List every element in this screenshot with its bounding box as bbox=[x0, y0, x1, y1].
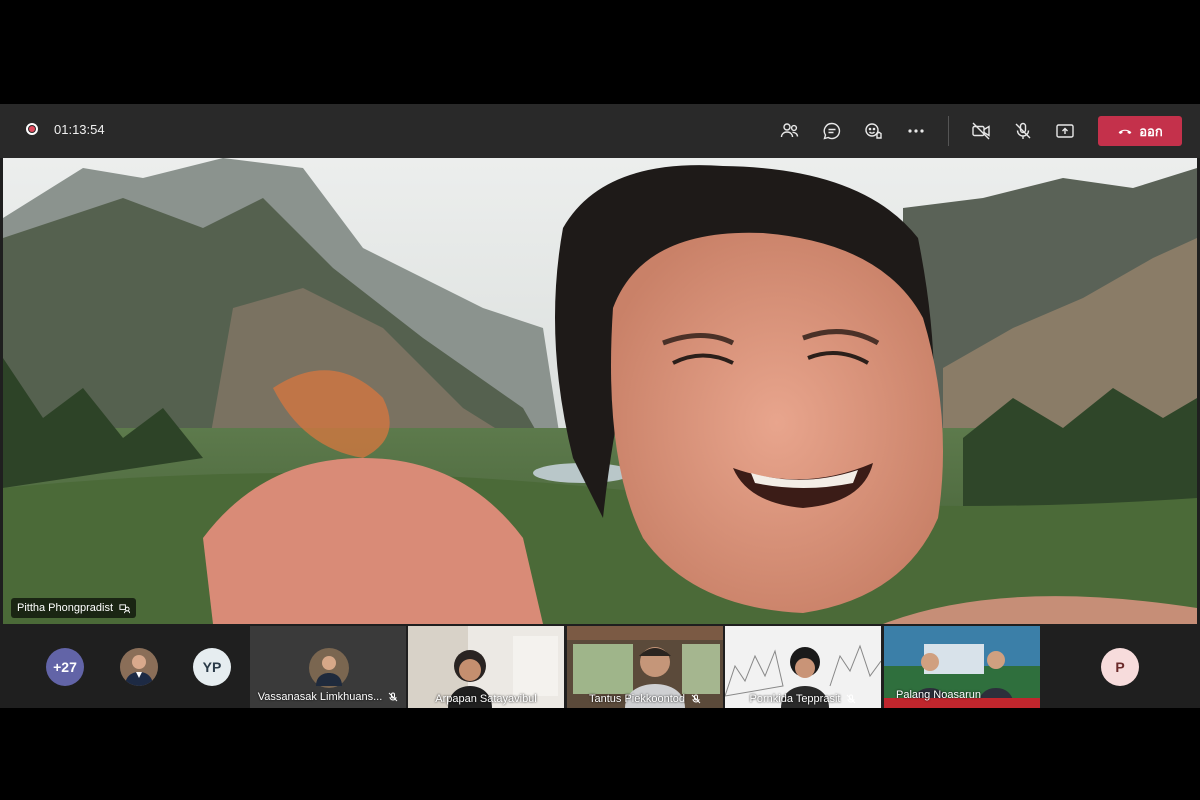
hang-up-icon bbox=[1118, 129, 1132, 134]
mic-toggle-button[interactable] bbox=[1008, 116, 1038, 146]
mic-off-icon bbox=[388, 692, 398, 702]
mic-off-icon bbox=[847, 694, 856, 704]
participant-name: Palang Noasarun bbox=[896, 689, 982, 701]
reactions-icon bbox=[865, 123, 882, 139]
meeting-window: 01:13:54 ออก Pittha Phongpradist +27 YP … bbox=[0, 104, 1200, 708]
share-button[interactable] bbox=[1050, 116, 1080, 146]
participant-tile[interactable]: Vassanasak Limkhuans... bbox=[250, 626, 406, 708]
participant-name: Pornkida Tepprasit bbox=[749, 693, 841, 705]
recording-icon bbox=[26, 123, 38, 135]
avatar[interactable] bbox=[120, 648, 158, 686]
meeting-timer: 01:13:54 bbox=[54, 122, 105, 137]
participant-tile[interactable]: Arpapan Satayavibul bbox=[408, 626, 564, 708]
mic-off-icon bbox=[1015, 122, 1031, 139]
speaker-name-chip: Pittha Phongpradist bbox=[11, 598, 137, 618]
participant-tile[interactable]: Palang Noasarun bbox=[884, 626, 1040, 708]
leave-label: ออก bbox=[1139, 123, 1163, 139]
participant-name: Vassanasak Limkhuans... bbox=[257, 691, 383, 703]
overflow-participants-badge[interactable]: +27 bbox=[46, 648, 84, 686]
participant-tile[interactable]: Pornkida Tepprasit bbox=[725, 626, 881, 708]
share-icon bbox=[1056, 124, 1074, 138]
participant-name: Arpapan Satayavibul bbox=[435, 693, 537, 705]
toolbar-divider bbox=[948, 116, 949, 146]
participant-strip: +27 YP Vassanasak Limkhuans... Arpapan S… bbox=[0, 624, 1200, 708]
reactions-button[interactable] bbox=[859, 116, 889, 146]
mic-off-icon bbox=[691, 694, 701, 704]
participant-tile[interactable]: Tantus Piekkoontod bbox=[567, 626, 723, 708]
camera-toggle-button[interactable] bbox=[966, 116, 996, 146]
participants-icon bbox=[780, 123, 799, 138]
avatar[interactable]: YP bbox=[193, 648, 231, 686]
chat-button[interactable] bbox=[817, 116, 847, 146]
participant-photo bbox=[120, 648, 158, 686]
participants-button[interactable] bbox=[775, 116, 805, 146]
more-icon bbox=[908, 129, 924, 133]
spotlight-icon bbox=[119, 603, 131, 613]
main-speaker-video: Pittha Phongpradist bbox=[3, 158, 1197, 624]
speaker-video-frame bbox=[3, 158, 1197, 624]
speaker-name: Pittha Phongpradist bbox=[17, 602, 114, 614]
more-button[interactable] bbox=[901, 116, 931, 146]
participant-name: Tantus Piekkoontod bbox=[588, 693, 685, 705]
chat-icon bbox=[823, 122, 841, 140]
leave-button[interactable]: ออก bbox=[1098, 116, 1182, 146]
meeting-toolbar: 01:13:54 ออก bbox=[0, 104, 1200, 158]
avatar[interactable]: P bbox=[1101, 648, 1139, 686]
camera-off-icon bbox=[972, 122, 990, 140]
